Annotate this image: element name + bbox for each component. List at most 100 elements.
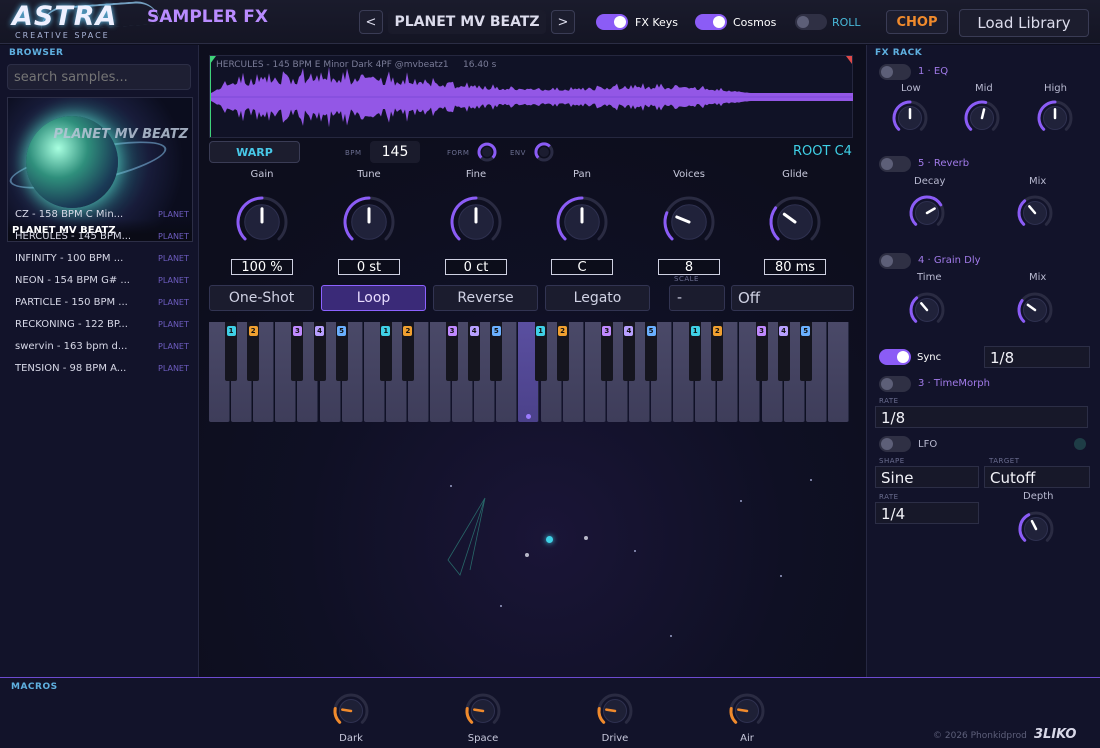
macro-drive-knob[interactable] [593, 689, 637, 733]
key-badge: 4 [315, 326, 324, 336]
macro-dark-knob[interactable] [329, 689, 373, 733]
white-key[interactable] [827, 322, 849, 422]
pan-knob[interactable] [552, 192, 612, 252]
mode-legato-button[interactable]: Legato [545, 285, 650, 311]
macros-bar: MACROS Dark Space Drive Air © 2026 Phonkidp… [0, 677, 1100, 748]
grain-time-knob[interactable] [905, 288, 949, 332]
sync-rate-select[interactable]: 1/8 [984, 346, 1090, 368]
sample-name: HERCULES - 145 BPM... [15, 231, 132, 242]
grain-mix-knob[interactable] [1013, 288, 1057, 332]
load-library-button[interactable]: Load Library [959, 9, 1089, 37]
sample-list-item[interactable]: HERCULES - 145 BPM... PLANET [0, 227, 199, 249]
reverb-mix-knob[interactable] [1013, 191, 1057, 235]
preset-name[interactable]: PLANET MV BEATZ [388, 10, 546, 34]
chop-button[interactable]: CHOP [886, 10, 948, 34]
sample-list-item[interactable]: swervin - 163 bpm d... PLANET [0, 337, 199, 359]
roll-toggle[interactable] [795, 14, 827, 30]
tune-knob[interactable] [339, 192, 399, 252]
knob-value[interactable]: C [551, 259, 613, 275]
fine-knob[interactable] [446, 192, 506, 252]
scale-root-select[interactable]: - [669, 285, 725, 311]
preset-prev-button[interactable]: < [359, 10, 383, 34]
knob-value[interactable]: 8 [658, 259, 720, 275]
bpm-caption: BPM [345, 149, 362, 157]
reverb-toggle[interactable] [879, 156, 911, 172]
search-input[interactable] [7, 64, 191, 90]
timemorph-rate-select[interactable]: 1/8 [875, 406, 1088, 428]
macros-title: MACROS [11, 682, 58, 692]
lfo-toggle[interactable] [879, 436, 911, 452]
sync-toggle[interactable] [879, 349, 911, 365]
end-marker[interactable] [846, 56, 852, 64]
sample-list-item[interactable]: PARTICLE - 150 BPM ... PLANET [0, 293, 199, 315]
gain-knob[interactable] [232, 192, 292, 252]
form-knob[interactable] [476, 141, 498, 163]
knob-value[interactable]: 0 st [338, 259, 400, 275]
lfo-depth-knob[interactable] [1014, 507, 1058, 551]
knob-value[interactable]: 80 ms [764, 259, 826, 275]
knob-value[interactable]: 0 ct [445, 259, 507, 275]
key-badge: 3 [757, 326, 766, 336]
mode-one-shot-button[interactable]: One-Shot [209, 285, 314, 311]
sample-name: INFINITY - 100 BPM ... [15, 253, 124, 264]
grain-time-label: Time [917, 272, 942, 283]
fx-rack-panel: FX RACK 1 · EQ Low Mid High 5 · Reverb D… [866, 45, 1100, 677]
mode-loop-button[interactable]: Loop [321, 285, 426, 311]
key-badge: 2 [712, 326, 722, 336]
warp-button[interactable]: WARP [209, 141, 300, 163]
star [810, 479, 812, 481]
cosmos-toggle[interactable] [695, 14, 727, 30]
browser-title: BROWSER [9, 48, 64, 58]
root-note-label[interactable]: ROOT C4 [793, 144, 852, 159]
grain-delay-toggle[interactable] [879, 253, 911, 269]
lfo-target-select[interactable]: Cutoff [984, 466, 1090, 488]
sample-name: TENSION - 98 BPM A... [15, 363, 127, 374]
eq-low-label: Low [901, 83, 921, 94]
sample-tag: PLANET [158, 364, 189, 373]
knob-value[interactable]: 100 % [231, 259, 293, 275]
sample-list-item[interactable]: TENSION - 98 BPM A... PLANET [0, 359, 199, 381]
eq-title: 1 · EQ [918, 66, 949, 77]
preset-next-button[interactable]: > [551, 10, 575, 34]
piano-keyboard[interactable]: 1 2 3 4 5 1 2 3 4 5 1 2 3 4 5 1 2 3 4 5 [209, 322, 853, 422]
glide-knob[interactable] [765, 192, 825, 252]
mode-reverse-button[interactable]: Reverse [433, 285, 538, 311]
eq-mid-knob[interactable] [960, 96, 1004, 140]
knob-label: Gain [250, 169, 274, 180]
sample-list-item[interactable]: NEON - 154 BPM G# ... PLANET [0, 271, 199, 293]
env-caption: ENV [510, 149, 526, 157]
lfo-rate-caption: RATE [879, 493, 899, 501]
sample-tag: PLANET [158, 210, 189, 219]
waveform-display[interactable]: HERCULES - 145 BPM E Minor Dark 4PF @mvb… [209, 55, 853, 138]
logo-subtitle: CREATIVE SPACE [15, 31, 110, 40]
env-knob[interactable] [533, 141, 555, 163]
key-badge: 3 [292, 326, 302, 336]
timemorph-toggle[interactable] [879, 376, 911, 392]
sample-list-item[interactable]: INFINITY - 100 BPM ... PLANET [0, 249, 199, 271]
fx-keys-toggle[interactable] [596, 14, 628, 30]
scale-mode-select[interactable]: Off [731, 285, 854, 311]
macro-space-knob[interactable] [461, 689, 505, 733]
start-line [210, 56, 211, 137]
knob-label: Tune [357, 169, 381, 180]
reverb-decay-knob[interactable] [905, 191, 949, 235]
eq-high-knob[interactable] [1033, 96, 1077, 140]
voices-knob[interactable] [659, 192, 719, 252]
sample-list-item[interactable]: RECKONING - 122 BP... PLANET [0, 315, 199, 337]
sample-name: RECKONING - 122 BP... [15, 319, 128, 330]
knob-label: Pan [572, 169, 592, 180]
star [450, 485, 452, 487]
macro-air-knob[interactable] [725, 689, 769, 733]
reverb-decay-label: Decay [914, 176, 946, 187]
eq-low-knob[interactable] [888, 96, 932, 140]
macro-label: Dark [339, 733, 363, 744]
lfo-shape-select[interactable]: Sine [875, 466, 979, 488]
cosmos-star [525, 553, 529, 557]
bpm-field[interactable]: 145 [370, 141, 420, 163]
lfo-rate-select[interactable]: 1/4 [875, 502, 979, 524]
fx-rack-title: FX RACK [875, 48, 923, 58]
sample-list-item[interactable]: CZ - 158 BPM C Min... PLANET [0, 205, 199, 227]
eq-toggle[interactable] [879, 64, 911, 80]
star [740, 500, 742, 502]
key-badge: 2 [403, 326, 413, 336]
